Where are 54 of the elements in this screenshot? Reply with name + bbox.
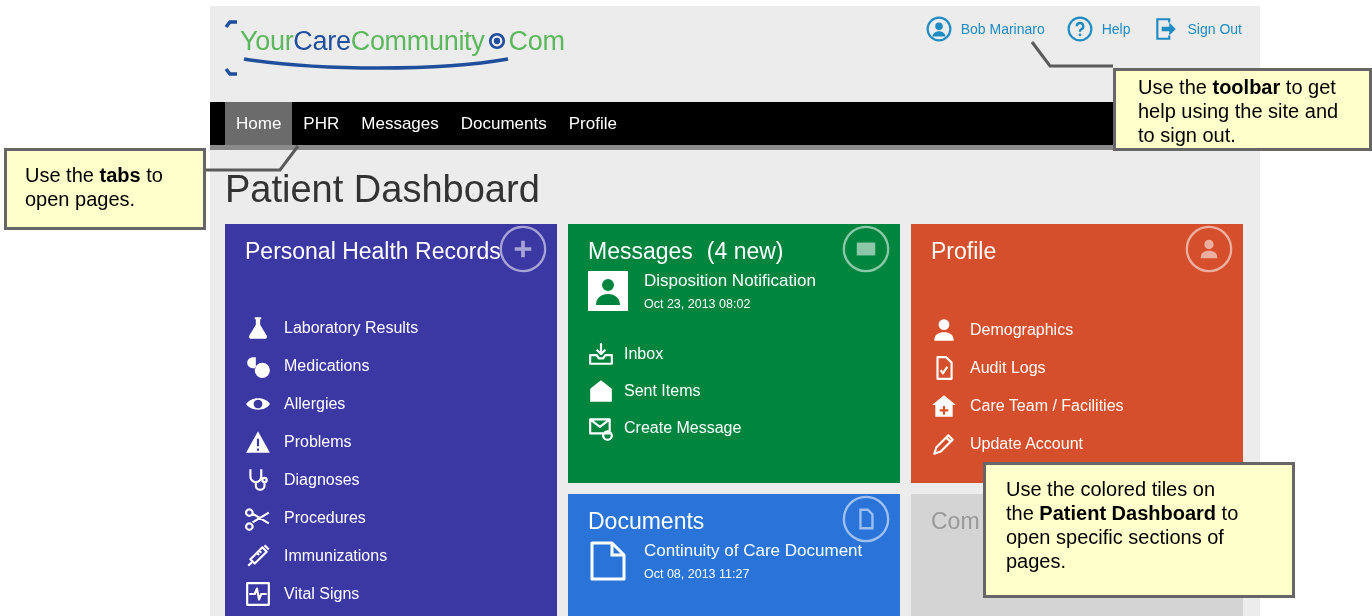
avatar-icon [588,271,628,311]
dashboard-tile[interactable]: Messages (4 new) Disposition Notification Oct 23, 2013 08:02 Inbox Sent Items Create Message [568,224,900,483]
tile-link[interactable]: Demographics [931,317,1223,342]
syringe-icon [245,542,271,569]
tile-title: Documents [588,508,705,535]
tile-link[interactable]: Create Message [588,415,880,440]
stethoscope-earpiece-icon [224,20,238,76]
tile-link[interactable]: Laboratory Results [245,315,537,340]
item-title[interactable]: Continuity of Care Document [644,541,863,561]
tile-link[interactable]: Vital Signs [245,581,537,606]
toolbar-link[interactable]: Sign Out [1152,16,1242,42]
callout-tooltip: Use the colored tiles on the Patient Dashboard to open specific sections of pages. [983,462,1295,598]
toolbar-link[interactable]: Help [1066,16,1131,42]
tile-title: Com [931,508,980,535]
tile-link[interactable]: Allergies [245,391,537,416]
document-icon [588,541,628,581]
callout-tooltip: Use the tabs to open pages. [4,148,206,230]
tile-link[interactable]: Care Team / Facilities [931,393,1223,418]
plus-icon [499,225,547,273]
callout-tooltip: Use the toolbar to get help using the site and to sign out. [1113,68,1372,151]
person-icon [931,316,957,343]
tile-link[interactable]: Immunizations [245,543,537,568]
tile-link[interactable]: Diagnoses [245,467,537,492]
heart-monitor-icon [245,580,271,607]
toolbar-link[interactable]: Bob Marinaro [925,16,1045,42]
tile-link[interactable]: Inbox [588,341,880,366]
dashboard-tile[interactable]: Personal Health Records Laboratory Results Medications Allergies Problems Diagnoses Procedures Immunizations Vital Signs [225,224,557,616]
logo-text[interactable]: YourCareCommunity [240,25,485,57]
nav-tab[interactable]: Messages [350,102,450,145]
tile-link[interactable]: Medications [245,353,537,378]
page-title: Patient Dashboard [225,167,541,212]
tile-link[interactable]: Sent Items [588,378,880,403]
document-icon [842,495,890,543]
tile-link[interactable]: Problems [245,429,537,454]
tile-link[interactable]: Update Account [931,431,1223,456]
nav-tab[interactable]: Profile [557,102,628,145]
stethoscope-chestpiece-icon [487,32,506,50]
person-icon [1185,225,1233,273]
item-date: Oct 23, 2013 08:02 [644,297,752,311]
help-icon [1066,16,1093,42]
inbox-icon [588,340,614,367]
dashboard-tile[interactable]: Documents Continuity of Care Document Oct 08, 2013 11:27 [568,494,900,616]
tile-title: Profile [931,238,997,265]
tile-link[interactable]: Procedures [245,505,537,530]
tile-title: Messages [588,238,693,265]
tile-title: Personal Health Records [245,238,501,265]
tile-link[interactable]: Audit Logs [931,355,1223,380]
item-date: Oct 08, 2013 11:27 [644,567,751,581]
item-title[interactable]: Disposition Notification [644,271,816,291]
user-icon [925,16,952,42]
new-count: (4 new) [706,238,784,265]
nav-tab[interactable]: PHR [292,102,351,145]
nav-tab[interactable]: Home [225,102,293,145]
nav-tab[interactable]: Documents [449,102,558,145]
